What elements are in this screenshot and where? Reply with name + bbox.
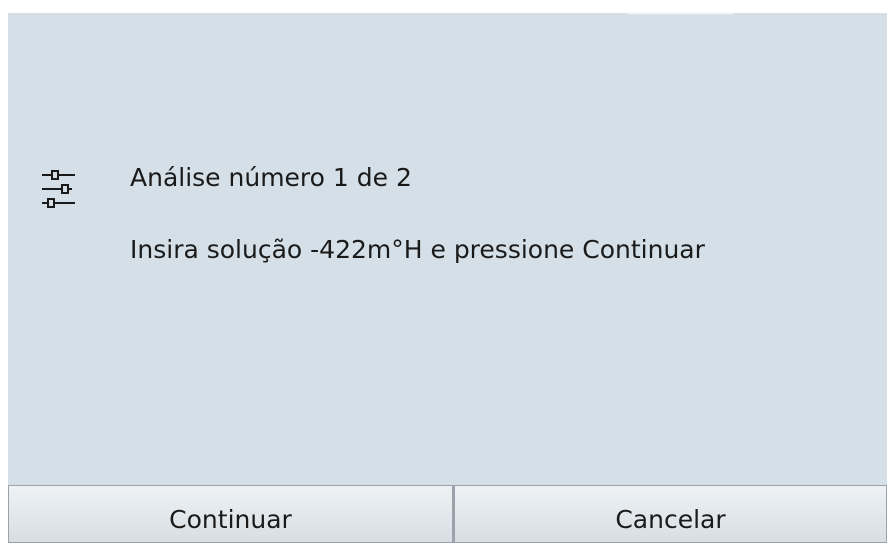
button-bar: Continuar Cancelar <box>8 485 887 543</box>
continue-button[interactable]: Continuar <box>8 485 453 543</box>
cancel-button[interactable]: Cancelar <box>453 485 887 543</box>
analysis-title: Análise número 1 de 2 <box>130 163 412 192</box>
sliders-icon <box>40 165 76 215</box>
device-screen: Análise número 1 de 2 Insira solução -42… <box>8 13 887 543</box>
measurement-dialog: Análise número 1 de 2 Insira solução -42… <box>8 13 887 485</box>
instruction-message: Insira solução -422m°H e pressione Conti… <box>130 235 705 264</box>
